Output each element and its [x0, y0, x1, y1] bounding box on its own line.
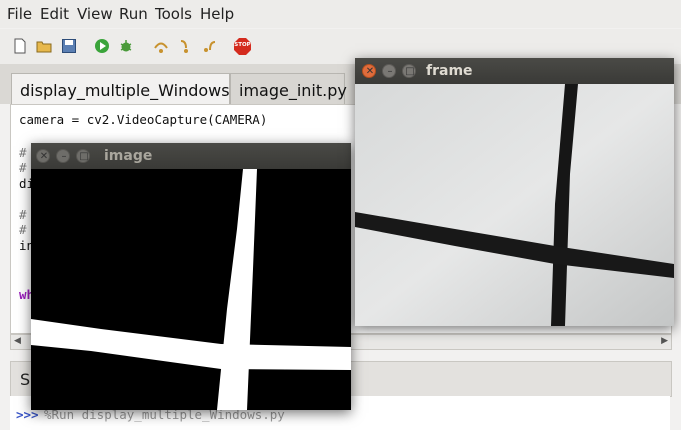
step-over-icon[interactable]: [153, 38, 169, 54]
tab-image-init[interactable]: image_init.py: [230, 73, 347, 104]
frame-window[interactable]: ✕ – □ frame: [355, 58, 674, 326]
step-out-icon[interactable]: [202, 38, 218, 54]
menu-help[interactable]: Help: [200, 5, 234, 23]
tab-display-multiple-windows[interactable]: display_multiple_Windows.py: [11, 73, 254, 104]
save-icon[interactable]: [61, 38, 77, 54]
window-title: image: [104, 148, 153, 164]
code-line: #: [19, 222, 27, 237]
menu-file[interactable]: File: [7, 5, 32, 23]
debug-icon[interactable]: [118, 38, 134, 54]
code-line: #: [19, 145, 27, 160]
scroll-right-icon[interactable]: ▶: [661, 336, 668, 346]
new-file-icon[interactable]: [12, 38, 28, 54]
image-window-titlebar[interactable]: ✕ – □ image: [31, 143, 351, 169]
scroll-left-icon[interactable]: ◀: [14, 336, 21, 346]
tab-label: display_multiple_Windows.py: [20, 81, 255, 100]
menu-view[interactable]: View: [77, 5, 113, 23]
tab-label: image_init.py: [239, 81, 347, 100]
code-line: #: [19, 160, 27, 175]
maximize-icon[interactable]: □: [402, 64, 416, 78]
close-icon[interactable]: ✕: [36, 149, 50, 163]
code-line: camera = cv2.VideoCapture(CAMERA): [19, 112, 268, 127]
menu-tools[interactable]: Tools: [155, 5, 192, 23]
camera-frame-image: [355, 84, 674, 326]
run-icon[interactable]: [94, 38, 110, 54]
threshold-image: [31, 169, 351, 410]
open-folder-icon[interactable]: [36, 38, 52, 54]
minimize-icon[interactable]: –: [382, 64, 396, 78]
frame-window-titlebar[interactable]: ✕ – □ frame: [355, 58, 674, 84]
stop-label: STOP: [234, 42, 251, 48]
menu-edit[interactable]: Edit: [40, 5, 69, 23]
maximize-icon[interactable]: □: [76, 149, 90, 163]
image-window[interactable]: ✕ – □ image: [31, 143, 351, 410]
close-icon[interactable]: ✕: [362, 64, 376, 78]
minimize-icon[interactable]: –: [56, 149, 70, 163]
menu-run[interactable]: Run: [119, 5, 148, 23]
menubar: File Edit View Run Tools Help: [0, 0, 681, 28]
step-into-icon[interactable]: [178, 38, 194, 54]
window-title: frame: [426, 63, 473, 79]
stop-icon[interactable]: STOP: [234, 38, 251, 55]
code-line: #: [19, 207, 27, 222]
